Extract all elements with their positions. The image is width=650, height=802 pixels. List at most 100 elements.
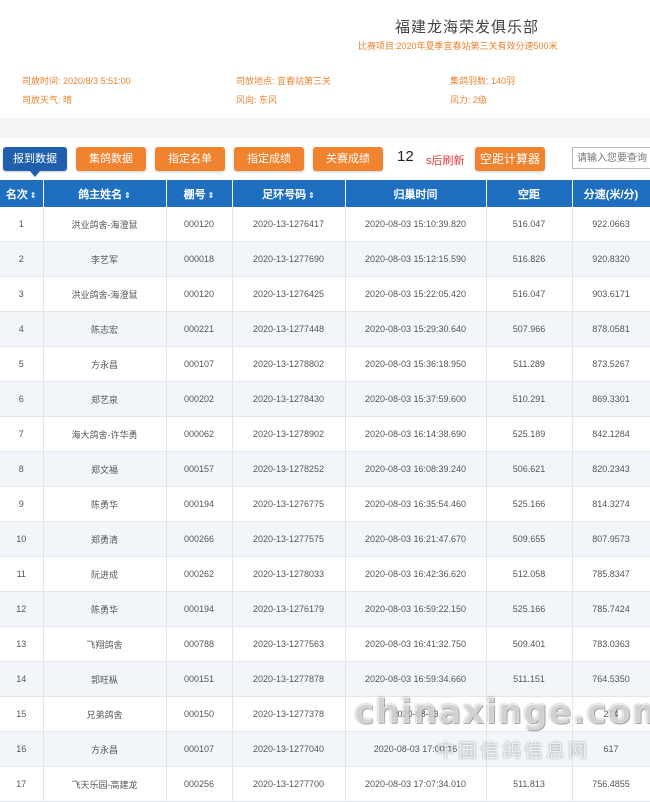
- owner-cell: 洪业鸽舍-海澄鼠: [43, 207, 167, 242]
- distance-calculator-button[interactable]: 空距计算器: [475, 147, 545, 171]
- speed-cell: 785.8347: [572, 556, 650, 592]
- owner-cell: 方永昌: [43, 731, 167, 767]
- rank-cell: 11: [0, 556, 44, 592]
- owner-cell: 洪业鸽舍-海澄鼠: [43, 276, 167, 312]
- rank-cell: 3: [0, 276, 44, 312]
- arrival-time-cell: 2020-08-03 16:21:47.670: [345, 521, 487, 557]
- rank-cell: 14: [0, 661, 44, 697]
- table-row: 8 郑文福 000157 2020-13-1278252 2020-08-03 16:0…: [0, 451, 650, 487]
- owner-cell: 郑文福: [43, 451, 167, 487]
- ring-cell: 2020-13-1277690: [232, 241, 346, 277]
- ring-cell: 2020-13-1276417: [232, 207, 346, 242]
- rank-cell: 17: [0, 766, 44, 802]
- arrival-time-cell: 2020-08-03 15:36:18.950: [345, 346, 487, 382]
- arrival-time-cell: 2020-08-03 15:22:05.420: [345, 276, 487, 312]
- refresh-countdown: 12: [397, 148, 414, 165]
- speed-cell: 869.3301: [572, 381, 650, 417]
- loft-cell: 000266: [166, 521, 233, 557]
- tab-checkin-data[interactable]: 报到数据: [3, 147, 67, 177]
- tab-stage-results[interactable]: 关赛成绩: [313, 147, 383, 171]
- owner-cell: 飞翔鸽舍: [43, 626, 167, 662]
- arrival-time-cell: 2020-08-03 16:35:54.460: [345, 486, 487, 522]
- loft-cell: 000194: [166, 591, 233, 627]
- speed-cell: 920.8320: [572, 241, 650, 277]
- distance-cell: [486, 696, 573, 732]
- column-header-rank[interactable]: 名次 ⇕: [0, 180, 44, 207]
- speed-cell: 842.1284: [572, 416, 650, 452]
- column-header-loft[interactable]: 棚号 ⇕: [166, 180, 233, 207]
- distance-cell: [486, 731, 573, 767]
- release-place: 司放地点: 宜春站第三关: [236, 74, 331, 87]
- rank-cell: 7: [0, 416, 44, 452]
- rank-cell: 5: [0, 346, 44, 382]
- rank-cell: 4: [0, 311, 44, 347]
- loft-cell: 000202: [166, 381, 233, 417]
- sort-icon[interactable]: ⇕: [30, 191, 37, 200]
- distance-cell: 511.289: [486, 346, 573, 382]
- ring-cell: 2020-13-1276425: [232, 276, 346, 312]
- rank-cell: 12: [0, 591, 44, 627]
- loft-cell: 000107: [166, 731, 233, 767]
- distance-cell: 525.166: [486, 591, 573, 627]
- owner-cell: 方永昌: [43, 346, 167, 382]
- arrival-time-cell: 2020-08-03 17:07:34.010: [345, 766, 487, 802]
- rank-cell: 15: [0, 696, 44, 732]
- loft-cell: 000120: [166, 207, 233, 242]
- loft-cell: 000788: [166, 626, 233, 662]
- tab-collection-data[interactable]: 集鸽数据: [76, 147, 146, 171]
- distance-cell: 509.401: [486, 626, 573, 662]
- loft-cell: 000157: [166, 451, 233, 487]
- speed-cell: 274: [572, 696, 650, 732]
- tab-designated-list[interactable]: 指定名单: [155, 147, 225, 171]
- table-row: 3 洪业鸽舍-海澄鼠 000120 2020-13-1276425 2020-08-03…: [0, 276, 650, 312]
- rank-cell: 16: [0, 731, 44, 767]
- ring-cell: 2020-13-1277700: [232, 766, 346, 802]
- release-time-label: 司放时间:: [22, 76, 61, 86]
- race-item-label: 比赛项目:: [358, 41, 397, 51]
- ring-cell: 2020-13-1276775: [232, 486, 346, 522]
- rank-cell: 9: [0, 486, 44, 522]
- distance-cell: 507.966: [486, 311, 573, 347]
- rank-cell: 13: [0, 626, 44, 662]
- distance-cell: 506.621: [486, 451, 573, 487]
- column-header-distance: 空距: [486, 180, 573, 207]
- sort-icon[interactable]: ⇕: [208, 191, 215, 200]
- section-divider: [0, 118, 650, 138]
- sort-icon[interactable]: ⇕: [124, 191, 131, 200]
- refresh-label: s后刷新: [426, 155, 465, 167]
- owner-cell: 兄弟鸽舍: [43, 696, 167, 732]
- loft-cell: 000107: [166, 346, 233, 382]
- table-row: 11 阮进成 000262 2020-13-1278033 2020-08-03 16:…: [0, 556, 650, 592]
- loft-cell: 000018: [166, 241, 233, 277]
- wind-force-label: 风力:: [450, 95, 471, 105]
- rank-cell: 10: [0, 521, 44, 557]
- results-table: 名次 ⇕ 鸽主姓名 ⇕ 棚号 ⇕ 足环号码 ⇕ 归巢时间 空距 分速(米/分) 1 洪业鸽…: [0, 180, 650, 802]
- distance-cell: 516.826: [486, 241, 573, 277]
- arrival-time-cell: 2020-08-03 17:00:16: [345, 731, 487, 767]
- rank-cell: 8: [0, 451, 44, 487]
- wind-direction-label: 风向:: [236, 95, 257, 105]
- speed-cell: 820.2343: [572, 451, 650, 487]
- ring-cell: 2020-13-1276179: [232, 591, 346, 627]
- search-input[interactable]: [572, 147, 650, 169]
- club-name: 福建龙海荣发俱乐部: [395, 19, 540, 36]
- table-row: 13 飞翔鸽舍 000788 2020-13-1277563 2020-08-03 16…: [0, 626, 650, 662]
- owner-cell: 陈勇华: [43, 486, 167, 522]
- table-row: 12 陈勇华 000194 2020-13-1276179 2020-08-03 16:…: [0, 591, 650, 627]
- speed-cell: 903.6171: [572, 276, 650, 312]
- arrival-time-cell: 2020-08-03 16:41:32.750: [345, 626, 487, 662]
- pigeon-count-value: 140羽: [491, 76, 516, 86]
- sort-icon[interactable]: ⇕: [308, 191, 315, 200]
- column-header-ring[interactable]: 足环号码 ⇕: [232, 180, 346, 207]
- column-header-owner[interactable]: 鸽主姓名 ⇕: [43, 180, 167, 207]
- arrival-time-cell: 2020-08-03 15:37:59.600: [345, 381, 487, 417]
- speed-cell: 785.7424: [572, 591, 650, 627]
- arrival-time-cell: 2020-08-03 15:10:39.820: [345, 207, 487, 242]
- table-row: 9 陈勇华 000194 2020-13-1276775 2020-08-03 16:3…: [0, 486, 650, 522]
- arrival-time-cell: 2020-08-03 15:29:30.640: [345, 311, 487, 347]
- tab-designated-results[interactable]: 指定成绩: [234, 147, 304, 171]
- table-row: 15 兄弟鸽舍 000150 2020-13-1277378 2020-08-03 27…: [0, 696, 650, 732]
- arrival-time-cell: 2020-08-03 16:59:34.660: [345, 661, 487, 697]
- speed-cell: 878.0581: [572, 311, 650, 347]
- loft-cell: 000221: [166, 311, 233, 347]
